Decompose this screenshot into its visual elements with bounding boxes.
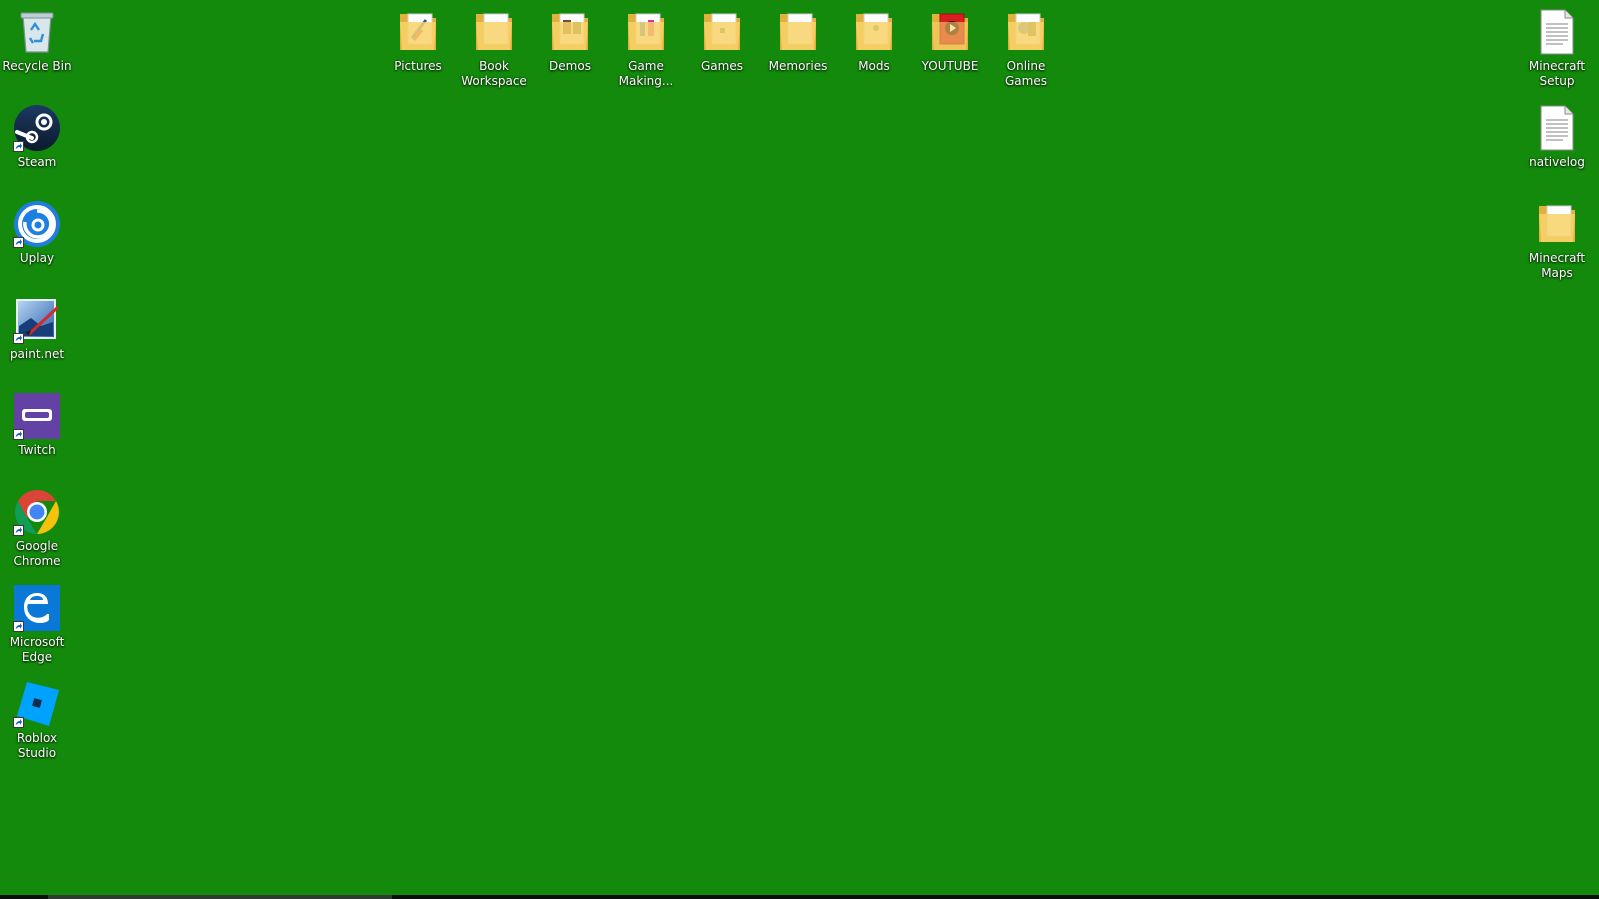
desktop-icon-recycle-bin[interactable]: Recycle Bin xyxy=(0,8,76,74)
shortcut-arrow-icon xyxy=(13,621,24,632)
shortcut-arrow-icon xyxy=(13,525,24,536)
twitch-icon xyxy=(13,392,61,440)
folder-icon xyxy=(774,8,822,56)
desktop-icon-label: Minecraft Setup xyxy=(1528,59,1586,88)
shortcut-arrow-icon xyxy=(13,333,24,344)
desktop-icon-label: nativelog xyxy=(1529,155,1585,169)
folder-icon xyxy=(1533,200,1581,248)
desktop-icon-label: Microsoft Edge xyxy=(9,635,65,664)
folder-icon xyxy=(926,8,974,56)
desktop-icon-label: Twitch xyxy=(18,443,56,457)
desktop-icon-label: Online Games xyxy=(1005,59,1047,88)
desktop-icon-label: Pictures xyxy=(394,59,442,73)
desktop-folder-memories[interactable]: Memories xyxy=(759,8,837,74)
chrome-icon xyxy=(13,488,61,536)
desktop-icon-microsoft-edge[interactable]: Microsoft Edge xyxy=(0,584,76,665)
desktop-folder-youtube[interactable]: YOUTUBE xyxy=(911,8,989,74)
folder-icon xyxy=(622,8,670,56)
desktop-icon-label: paint.net xyxy=(9,347,65,361)
folder-icon xyxy=(1002,8,1050,56)
steam-icon xyxy=(13,104,61,152)
uplay-icon xyxy=(13,200,61,248)
paint-net-icon xyxy=(13,296,61,344)
desktop-icon-steam[interactable]: Steam xyxy=(0,104,76,170)
desktop-folder-game-making[interactable]: Game Making... xyxy=(607,8,685,89)
desktop-folder-pictures[interactable]: Pictures xyxy=(379,8,457,74)
shortcut-arrow-icon xyxy=(13,141,24,152)
shortcut-arrow-icon xyxy=(13,717,24,728)
desktop-folder-online-games[interactable]: Online Games xyxy=(987,8,1065,89)
shortcut-arrow-icon xyxy=(13,237,24,248)
taskbar-edge xyxy=(0,895,1599,899)
roblox-studio-icon xyxy=(13,680,61,728)
folder-icon xyxy=(394,8,442,56)
desktop-file-minecraft-setup[interactable]: Minecraft Setup xyxy=(1518,8,1596,89)
folder-icon xyxy=(698,8,746,56)
desktop-icon-label: Book Workspace xyxy=(461,59,527,88)
recycle-bin-icon xyxy=(13,8,61,56)
desktop-icon-label: YOUTUBE xyxy=(921,59,979,73)
desktop-folder-minecraft-maps[interactable]: Minecraft Maps xyxy=(1518,200,1596,281)
shortcut-arrow-icon xyxy=(13,429,24,440)
desktop-file-nativelog[interactable]: nativelog xyxy=(1518,104,1596,170)
edge-icon xyxy=(13,584,61,632)
desktop-icon-roblox-studio[interactable]: Roblox Studio xyxy=(0,680,76,761)
folder-icon xyxy=(470,8,518,56)
desktop-icon-label: Games xyxy=(701,59,743,73)
folder-icon xyxy=(546,8,594,56)
text-file-icon xyxy=(1533,8,1581,56)
desktop-icon-twitch[interactable]: Twitch xyxy=(0,392,76,458)
desktop-icon-label: Minecraft Maps xyxy=(1528,251,1586,280)
desktop-icon-label: Uplay xyxy=(19,251,55,265)
desktop-icon-label: Demos xyxy=(549,59,591,73)
desktop-icon-paint-net[interactable]: paint.net xyxy=(0,296,76,362)
desktop-icon-label: Game Making... xyxy=(618,59,674,88)
desktop-icon-label: Steam xyxy=(17,155,57,169)
desktop-folder-demos[interactable]: Demos xyxy=(531,8,609,74)
desktop-icon-label: Recycle Bin xyxy=(2,59,72,73)
text-file-icon xyxy=(1533,104,1581,152)
desktop-folder-book-workspace[interactable]: Book Workspace xyxy=(455,8,533,89)
desktop-icon-uplay[interactable]: Uplay xyxy=(0,200,76,266)
taskbar-highlight xyxy=(48,895,392,899)
desktop-icon-google-chrome[interactable]: Google Chrome xyxy=(0,488,76,569)
desktop-icon-label: Google Chrome xyxy=(13,539,61,568)
desktop-folder-games[interactable]: Games xyxy=(683,8,761,74)
desktop-icon-label: Mods xyxy=(858,59,890,73)
desktop-icon-label: Roblox Studio xyxy=(16,731,58,760)
folder-icon xyxy=(850,8,898,56)
desktop-folder-mods[interactable]: Mods xyxy=(835,8,913,74)
desktop-icon-label: Memories xyxy=(768,59,828,73)
